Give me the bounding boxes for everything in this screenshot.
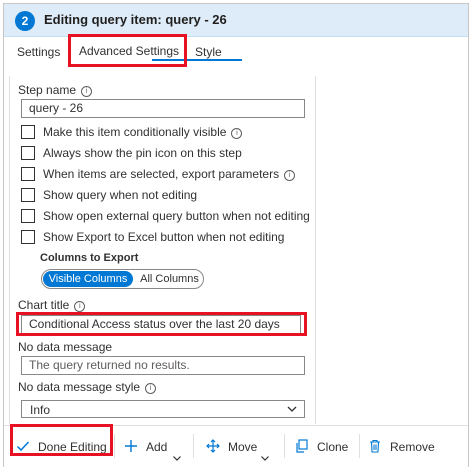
checkbox-label: Show Export to Excel button when not edi…	[43, 230, 285, 244]
add-label: Add	[146, 440, 168, 454]
checkbox-box[interactable]	[21, 230, 35, 244]
checkbox-box[interactable]	[21, 209, 35, 223]
checkbox-label: Make this item conditionally visible i	[43, 125, 243, 139]
chart-title-label: Chart title i	[18, 298, 86, 312]
step-title: Editing query item: query - 26	[44, 12, 227, 27]
info-icon[interactable]: i	[145, 383, 157, 394]
no-data-message-input[interactable]: The query returned no results.	[21, 356, 305, 375]
columns-to-export-label: Columns to Export	[40, 252, 139, 264]
tab-style[interactable]: Style	[195, 45, 222, 59]
plus-icon	[125, 440, 137, 452]
no-data-message-style-label: No data message style i	[18, 380, 157, 394]
remove-label: Remove	[390, 440, 435, 454]
highlight-box-done-editing	[10, 424, 113, 456]
option-visible-columns[interactable]: Visible Columns	[43, 271, 133, 287]
chevron-down-icon	[286, 403, 298, 418]
clone-icon	[296, 439, 308, 453]
checkbox-box[interactable]	[21, 125, 35, 139]
toolbar-divider	[359, 434, 360, 458]
toolbar-divider	[114, 434, 115, 458]
checkbox-label: Show open external query button when not…	[43, 209, 310, 223]
move-button[interactable]: Move	[206, 426, 274, 466]
checkbox-label: Show query when not editing	[43, 188, 198, 202]
checkbox-label-text: Make this item conditionally visible	[43, 125, 227, 139]
info-icon[interactable]: i	[284, 170, 296, 181]
info-icon[interactable]: i	[74, 301, 86, 312]
checkbox-box[interactable]	[21, 167, 35, 181]
info-icon[interactable]: i	[81, 86, 93, 97]
option-all-columns[interactable]: All Columns	[137, 271, 202, 287]
no-data-message-style-dropdown[interactable]: Info	[21, 400, 305, 418]
toolbar-divider	[284, 434, 285, 458]
tab-settings[interactable]: Settings	[17, 45, 60, 59]
info-icon[interactable]: i	[231, 128, 243, 139]
highlight-box-advanced-settings	[68, 34, 187, 67]
checkbox-label-text: When items are selected, export paramete…	[43, 167, 280, 181]
move-icon	[206, 439, 220, 453]
remove-button[interactable]: Remove	[368, 426, 435, 466]
checkbox-label: Always show the pin icon on this step	[43, 146, 242, 160]
step-name-label-text: Step name	[18, 83, 77, 97]
checkbox-box[interactable]	[21, 146, 35, 160]
step-name-input[interactable]: query - 26	[21, 99, 305, 118]
no-data-message-style-label-text: No data message style	[18, 380, 141, 394]
columns-to-export-toggle: Visible Columns All Columns	[41, 269, 204, 289]
step-name-label: Step name i	[18, 83, 93, 97]
checkbox-box[interactable]	[21, 188, 35, 202]
checkbox-label: When items are selected, export paramete…	[43, 167, 296, 181]
add-button[interactable]: Add	[124, 426, 182, 466]
clone-button[interactable]: Clone	[295, 426, 351, 466]
no-data-message-label: No data message	[18, 340, 113, 354]
dropdown-selected-value: Info	[30, 403, 51, 417]
chart-title-label-text: Chart title	[18, 298, 70, 312]
trash-icon	[370, 439, 380, 453]
step-header: 2 Editing query item: query - 26	[4, 4, 468, 37]
step-toolbar: Done Editing Add Move Clone Remove	[4, 424, 468, 467]
clone-label: Clone	[317, 440, 349, 454]
step-number-badge: 2	[15, 11, 35, 31]
move-label: Move	[228, 440, 258, 454]
highlight-box-chart-title	[16, 312, 307, 336]
step-editor-panel: 2 Editing query item: query - 26 Setting…	[3, 3, 469, 467]
toolbar-divider	[193, 434, 194, 458]
